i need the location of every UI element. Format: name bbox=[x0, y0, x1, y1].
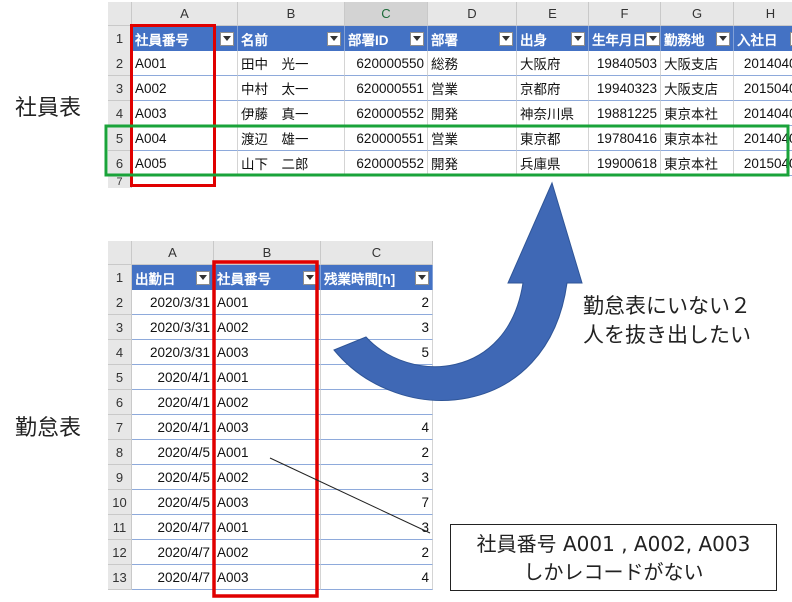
callout-line2: しかレコードがない bbox=[523, 559, 704, 584]
missing-employees-highlight-box bbox=[104, 124, 790, 177]
callout-line1: 社員番号 A001 , A002, A003 bbox=[476, 531, 751, 556]
arrow-note-line1: 勤怠表にいない２ bbox=[583, 294, 751, 318]
arrow-note: 勤怠表にいない２ 人を抜き出したい bbox=[583, 292, 751, 350]
attendance-employee-id-highlight-box bbox=[212, 260, 319, 598]
curved-arrow-icon bbox=[333, 181, 583, 401]
callout-box: 社員番号 A001 , A002, A003 しかレコードがない bbox=[450, 524, 777, 591]
stray-line bbox=[269, 457, 431, 534]
arrow-note-line2: 人を抜き出したい bbox=[583, 323, 751, 347]
employee-id-highlight-box bbox=[130, 24, 216, 187]
